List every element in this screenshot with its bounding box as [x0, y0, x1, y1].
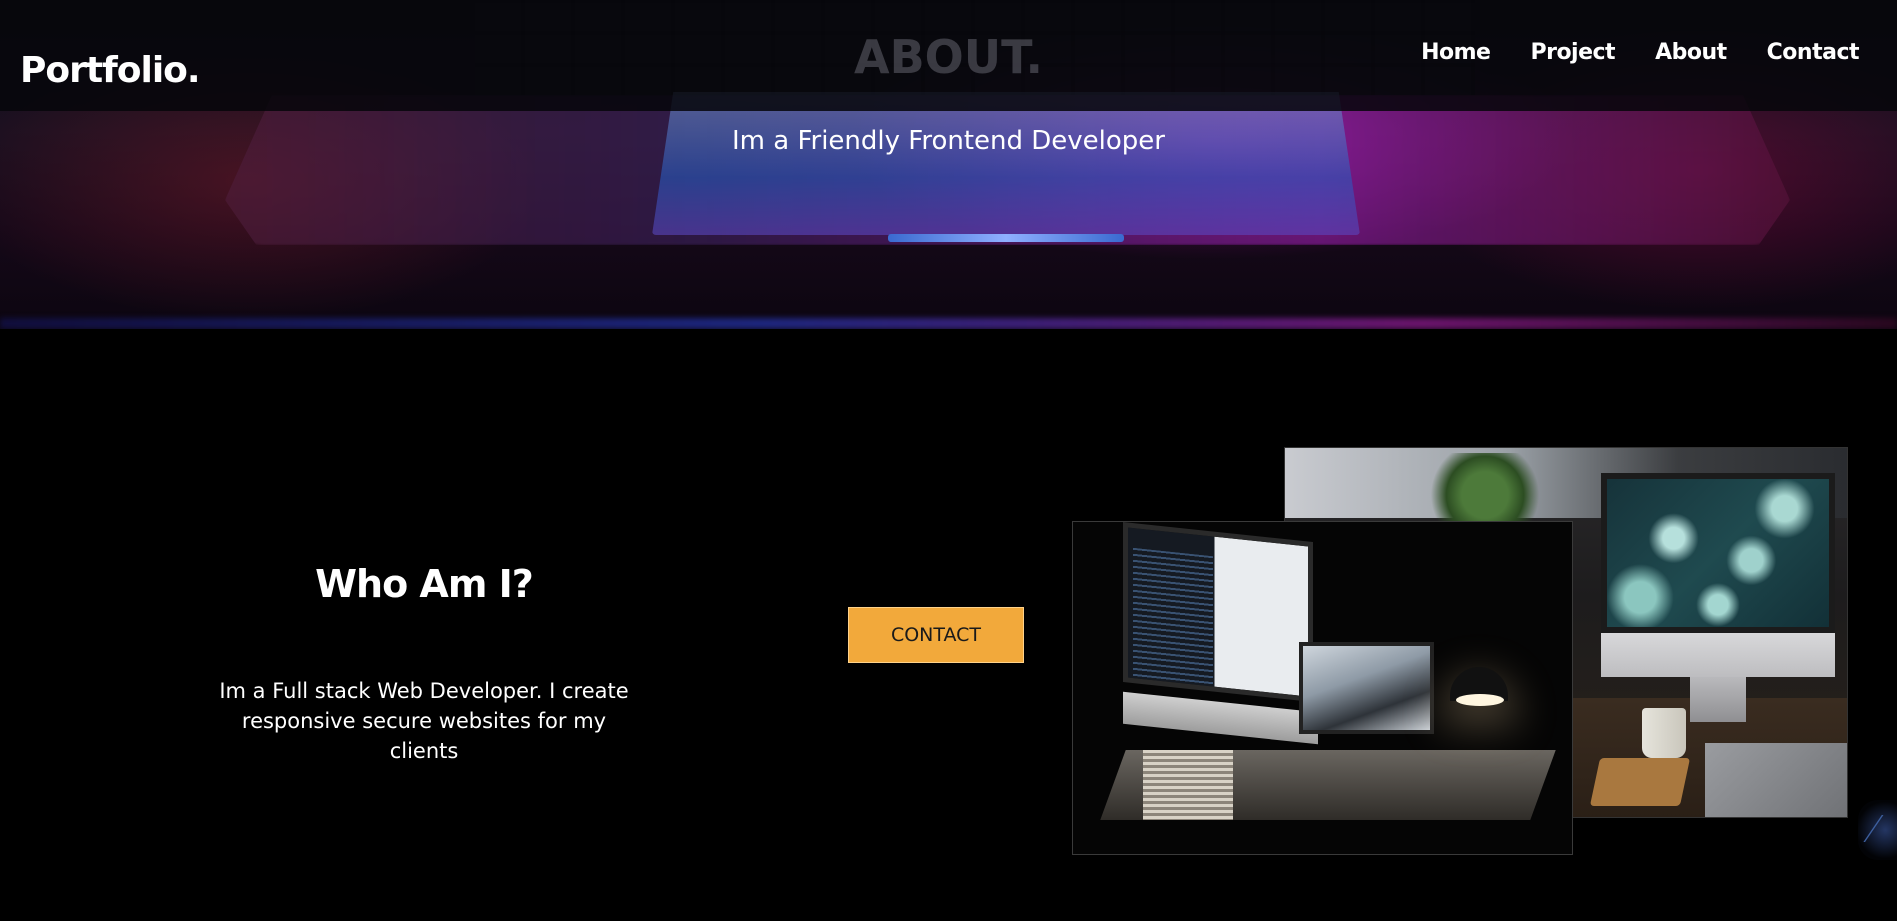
hero-notch-light: [888, 234, 1124, 242]
photo-mug: [1642, 708, 1686, 758]
corner-widget[interactable]: ⧸: [1858, 800, 1897, 860]
desk-setup-photo: [1072, 521, 1573, 855]
about-title: Who Am I?: [315, 562, 534, 606]
photo-second-monitor: [1299, 642, 1434, 734]
photo-mousepad: [1589, 758, 1691, 806]
photo-imac-chin: [1601, 633, 1835, 677]
photo-lamp-light: [1456, 694, 1504, 706]
hero-heading: ABOUT.: [854, 30, 1043, 84]
photo-code-lines: [1133, 547, 1213, 687]
about-description: Im a Full stack Web Developer. I create …: [219, 679, 629, 763]
hero-subtitle: Im a Friendly Frontend Developer: [731, 126, 1165, 156]
photo-laptop: [1705, 743, 1847, 817]
slash-logo-icon: ⧸: [1861, 812, 1885, 847]
hero-trackpad-image: [652, 92, 1360, 235]
contact-button[interactable]: CONTACT: [848, 607, 1024, 663]
photo-books: [1143, 750, 1233, 820]
photo-imac-screen: [1601, 473, 1835, 633]
photo-plant: [1420, 453, 1550, 523]
hero-glow-edge: [0, 318, 1897, 329]
photo-monitor-chin: [1123, 691, 1318, 745]
photo-imac-stand: [1690, 677, 1746, 722]
